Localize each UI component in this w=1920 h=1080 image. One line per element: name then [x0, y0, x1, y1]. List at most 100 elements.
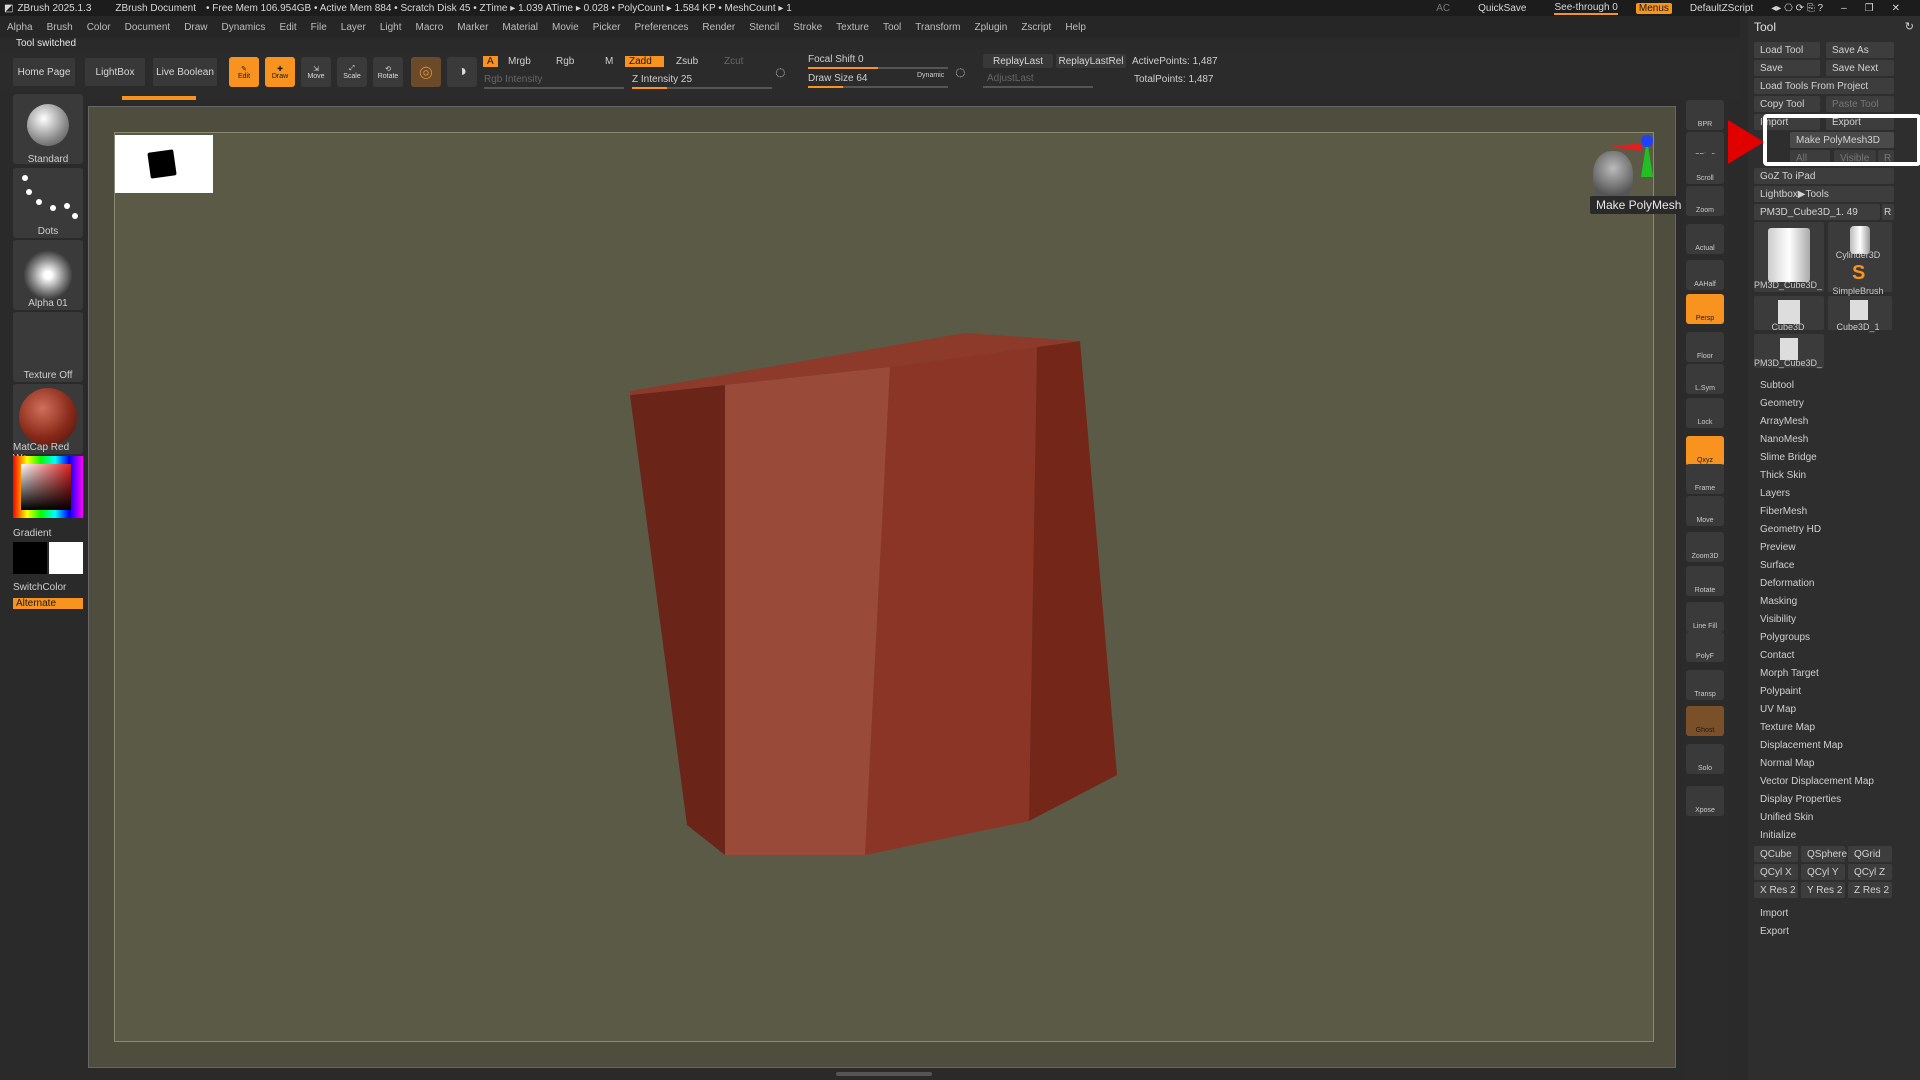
- menu-zplugin[interactable]: Zplugin: [968, 22, 1015, 33]
- menu-layer[interactable]: Layer: [334, 22, 373, 33]
- menu-dynamics[interactable]: Dynamics: [215, 22, 273, 33]
- save-button[interactable]: Save: [1754, 60, 1820, 76]
- secondary-color-swatch[interactable]: [13, 542, 47, 574]
- menu-stroke[interactable]: Stroke: [786, 22, 829, 33]
- section-texture-map[interactable]: Texture Map: [1760, 722, 1815, 733]
- section-arraymesh[interactable]: ArrayMesh: [1760, 416, 1808, 427]
- home-page-button[interactable]: Home Page: [13, 58, 75, 86]
- draw-size-track[interactable]: [808, 86, 948, 88]
- view-zoom3d-button[interactable]: Zoom3D: [1686, 532, 1724, 562]
- view-xpose-button[interactable]: Xpose: [1686, 786, 1724, 816]
- a-toggle[interactable]: A: [483, 56, 498, 67]
- section-geometry-hd[interactable]: Geometry HD: [1760, 524, 1821, 535]
- menu-document[interactable]: Document: [118, 22, 178, 33]
- replay-last-rel-button[interactable]: ReplayLastRel: [1056, 54, 1126, 68]
- menu-render[interactable]: Render: [695, 22, 742, 33]
- menu-stencil[interactable]: Stencil: [742, 22, 786, 33]
- alternate-toggle[interactable]: Alternate: [13, 598, 83, 609]
- mrgb-toggle[interactable]: Mrgb: [508, 56, 531, 67]
- rgb-toggle[interactable]: Rgb: [556, 56, 574, 67]
- replay-last-button[interactable]: ReplayLast: [983, 54, 1053, 68]
- menu-draw[interactable]: Draw: [177, 22, 214, 33]
- load-tools-from-project-button[interactable]: Load Tools From Project: [1754, 78, 1894, 94]
- menu-preferences[interactable]: Preferences: [627, 22, 695, 33]
- minimize-icon[interactable]: –: [1841, 3, 1847, 14]
- view-polyf-button[interactable]: PolyF: [1686, 632, 1724, 662]
- section-preview[interactable]: Preview: [1760, 542, 1796, 553]
- section-masking[interactable]: Masking: [1760, 596, 1797, 607]
- layout-icons[interactable]: ◂▸ ⎔ ⟳ ⎘ ?: [1771, 3, 1823, 14]
- default-zscript-button[interactable]: DefaultZScript: [1690, 3, 1753, 14]
- color-square[interactable]: [21, 464, 71, 510]
- menu-edit[interactable]: Edit: [272, 22, 303, 33]
- init-y-res-2-button[interactable]: Y Res 2: [1801, 882, 1845, 898]
- menus-toggle[interactable]: Menus: [1635, 2, 1672, 14]
- section-contact[interactable]: Contact: [1760, 650, 1794, 661]
- rgb-intensity-slider[interactable]: Rgb Intensity: [484, 74, 542, 85]
- goz-to-ipad-button[interactable]: GoZ To iPad: [1754, 168, 1894, 184]
- section-normal-map[interactable]: Normal Map: [1760, 758, 1814, 769]
- section-polypaint[interactable]: Polypaint: [1760, 686, 1801, 697]
- view-l-sym-button[interactable]: L.Sym: [1686, 364, 1724, 394]
- section-uv-map[interactable]: UV Map: [1760, 704, 1796, 715]
- view-frame-button[interactable]: Frame: [1686, 464, 1724, 494]
- menu-picker[interactable]: Picker: [586, 22, 628, 33]
- section-initialize[interactable]: Initialize: [1760, 830, 1796, 841]
- view-floor-button[interactable]: Floor: [1686, 332, 1724, 362]
- view-transp-button[interactable]: Transp: [1686, 670, 1724, 700]
- edit-button[interactable]: ✎ Edit: [229, 57, 259, 87]
- live-boolean-button[interactable]: Live Boolean: [153, 58, 217, 86]
- polymesh-object[interactable]: [115, 133, 1655, 1043]
- menu-texture[interactable]: Texture: [829, 22, 876, 33]
- stroke-icon[interactable]: ◌: [775, 62, 786, 83]
- init-x-res-2-button[interactable]: X Res 2: [1754, 882, 1798, 898]
- rotate-button[interactable]: ⟲ Rotate: [373, 57, 403, 87]
- section-deformation[interactable]: Deformation: [1760, 578, 1814, 589]
- view-qxyz-button[interactable]: Qxyz: [1686, 436, 1724, 466]
- current-tool-slider[interactable]: PM3D_Cube3D_1. 49: [1754, 204, 1880, 220]
- move-button[interactable]: ⇲ Move: [301, 57, 331, 87]
- section-unified-skin[interactable]: Unified Skin: [1760, 812, 1813, 823]
- zcut-toggle[interactable]: Zcut: [724, 56, 743, 67]
- init-qcyl-z-button[interactable]: QCyl Z: [1848, 864, 1892, 880]
- view-line-fill-button[interactable]: Line Fill: [1686, 602, 1724, 632]
- view-scroll-button[interactable]: Scroll: [1686, 154, 1724, 184]
- section-nanomesh[interactable]: NanoMesh: [1760, 434, 1808, 445]
- import-section[interactable]: Import: [1760, 908, 1788, 919]
- m-toggle[interactable]: M: [605, 56, 613, 67]
- view-aahalf-button[interactable]: AAHalf: [1686, 260, 1724, 290]
- section-display-properties[interactable]: Display Properties: [1760, 794, 1841, 805]
- sphere-swatch[interactable]: ◑: [447, 57, 477, 87]
- switch-color-button[interactable]: SwitchColor: [13, 582, 83, 593]
- menu-material[interactable]: Material: [495, 22, 545, 33]
- view-move-button[interactable]: Move: [1686, 496, 1724, 526]
- view-rotate-button[interactable]: Rotate: [1686, 566, 1724, 596]
- menu-help[interactable]: Help: [1058, 22, 1093, 33]
- save-next-button[interactable]: Save Next: [1826, 60, 1894, 76]
- view-ghost-button[interactable]: Ghost: [1686, 706, 1724, 736]
- rgb-intensity-track[interactable]: [484, 87, 624, 89]
- menu-movie[interactable]: Movie: [545, 22, 586, 33]
- init-qcyl-x-button[interactable]: QCyl X: [1754, 864, 1798, 880]
- draw-button[interactable]: ✚ Draw: [265, 57, 295, 87]
- section-morph-target[interactable]: Morph Target: [1760, 668, 1819, 679]
- zsub-toggle[interactable]: Zsub: [676, 56, 698, 67]
- menu-light[interactable]: Light: [373, 22, 409, 33]
- close-icon[interactable]: ✕: [1892, 3, 1900, 14]
- section-surface[interactable]: Surface: [1760, 560, 1794, 571]
- init-qgrid-button[interactable]: QGrid: [1848, 846, 1892, 862]
- lightbox-button[interactable]: LightBox: [85, 58, 145, 86]
- adjust-last-track[interactable]: [983, 86, 1093, 88]
- menu-brush[interactable]: Brush: [40, 22, 80, 33]
- section-fibermesh[interactable]: FiberMesh: [1760, 506, 1807, 517]
- draw-size-slider[interactable]: Draw Size 64: [808, 73, 867, 84]
- focal-shift-slider[interactable]: Focal Shift 0: [808, 54, 864, 65]
- menu-file[interactable]: File: [304, 22, 334, 33]
- section-displacement-map[interactable]: Displacement Map: [1760, 740, 1843, 751]
- section-slime-bridge[interactable]: Slime Bridge: [1760, 452, 1817, 463]
- menu-alpha[interactable]: Alpha: [0, 22, 40, 33]
- focal-shift-track[interactable]: [808, 67, 948, 69]
- tool-r-button[interactable]: R: [1882, 204, 1894, 220]
- zadd-toggle[interactable]: Zadd: [625, 56, 664, 67]
- bottom-drag-handle[interactable]: [836, 1072, 932, 1076]
